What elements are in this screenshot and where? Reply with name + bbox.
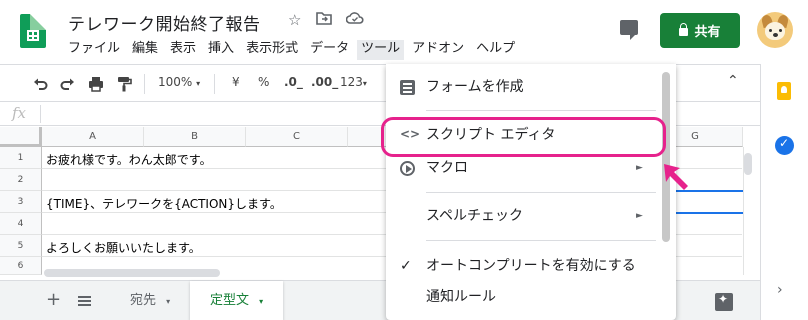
row-header-1[interactable]: 1 — [0, 147, 42, 169]
undo-icon[interactable] — [32, 76, 48, 92]
menu-item-create-form[interactable]: フォームを作成 — [386, 72, 676, 102]
chevron-down-icon: ▾ — [166, 297, 171, 306]
formula-divider — [40, 105, 41, 123]
row-header-5[interactable]: 5 — [0, 235, 42, 257]
menu-addons[interactable]: アドオン — [412, 40, 464, 60]
zoom-select[interactable]: 100% ▾ — [158, 75, 200, 89]
play-icon — [400, 161, 415, 176]
tab-label: 定型文 — [210, 293, 250, 308]
pointer-arrow-icon — [664, 164, 688, 190]
star-icon[interactable]: ☆ — [288, 11, 301, 29]
toolbar-divider — [144, 74, 145, 94]
chevron-down-icon: ▾ — [259, 297, 264, 306]
menu-divider — [426, 110, 656, 111]
column-header-a[interactable]: A — [42, 127, 144, 147]
share-button[interactable]: 共有 — [660, 13, 740, 48]
tab-recipients[interactable]: 宛先 ▾ — [110, 281, 190, 320]
more-formats-select[interactable]: 123▾ — [340, 75, 367, 89]
submenu-arrow-icon: ► — [636, 211, 643, 221]
menu-scrollbar[interactable] — [662, 72, 670, 242]
selection-border — [676, 212, 743, 214]
increase-decimal-button[interactable]: .00_ — [311, 75, 338, 89]
check-icon: ✓ — [400, 258, 412, 274]
highlight-box — [381, 117, 666, 157]
row-header-6[interactable]: 6 — [0, 257, 42, 275]
document-title[interactable]: テレワーク開始終了報告 — [68, 10, 261, 35]
side-panel: › — [760, 64, 808, 320]
menu-help[interactable]: ヘルプ — [476, 40, 515, 60]
print-icon[interactable] — [88, 76, 104, 92]
menu-item-notification-rules[interactable]: 通知ルール — [386, 282, 676, 312]
tasks-icon[interactable] — [775, 136, 794, 155]
comment-history-icon[interactable] — [620, 20, 638, 40]
menu-format[interactable]: 表示形式 — [246, 40, 298, 60]
lock-icon — [679, 22, 689, 36]
share-label: 共有 — [694, 25, 721, 40]
menu-insert[interactable]: 挿入 — [208, 40, 234, 60]
decrease-decimal-button[interactable]: .0_ — [284, 75, 303, 89]
menu-item-spelling[interactable]: スペルチェック ► — [386, 201, 676, 231]
menu-data[interactable]: データ — [310, 40, 349, 60]
app-header: テレワーク開始終了報告 ☆ ファイル 編集 表示 挿入 表示形式 データ ツール… — [0, 0, 808, 64]
column-header-b[interactable]: B — [144, 127, 246, 147]
menu-divider — [426, 240, 656, 241]
percent-format-button[interactable]: % — [258, 75, 269, 89]
explore-icon[interactable] — [715, 292, 733, 311]
sheets-logo-icon[interactable] — [20, 14, 46, 48]
redo-icon[interactable] — [60, 76, 76, 92]
tab-label: 宛先 — [130, 293, 157, 308]
all-sheets-icon[interactable] — [78, 296, 91, 306]
collapse-menus-icon[interactable]: ⌃ — [727, 73, 739, 89]
menu-item-autocomplete[interactable]: ✓ オートコンプリートを有効にする — [386, 251, 676, 281]
menu-edit[interactable]: 編集 — [132, 40, 158, 60]
menu-file[interactable]: ファイル — [68, 40, 120, 60]
cell-a5[interactable]: よろしくお願いいたします。 — [46, 239, 201, 256]
select-all-corner[interactable] — [0, 127, 42, 147]
row-header-3[interactable]: 3 — [0, 191, 42, 213]
move-folder-icon[interactable] — [316, 11, 332, 29]
tab-template[interactable]: 定型文 ▾ — [190, 281, 284, 320]
row-header-2[interactable]: 2 — [0, 169, 42, 191]
horizontal-scrollbar[interactable] — [44, 269, 220, 277]
menu-item-macros[interactable]: マクロ ► — [386, 153, 676, 183]
currency-format-button[interactable]: ¥ — [232, 75, 240, 89]
tools-menu: フォームを作成 <> スクリプト エディタ マクロ ► スペルチェック ► ✓ … — [386, 64, 676, 320]
menu-view[interactable]: 表示 — [170, 40, 196, 60]
row-header-4[interactable]: 4 — [0, 213, 42, 235]
cell-a3[interactable]: {TIME}、テレワークを{ACTION}します。 — [46, 195, 282, 212]
vertical-scrollbar[interactable] — [744, 153, 752, 175]
submenu-arrow-icon: ► — [636, 163, 643, 173]
cell-a1[interactable]: お疲れ様です。わん太郎です。 — [46, 151, 212, 168]
form-icon — [400, 80, 415, 95]
chevron-right-icon[interactable]: › — [777, 282, 783, 298]
paint-format-icon[interactable] — [116, 76, 132, 92]
menu-divider — [426, 192, 656, 193]
menu-tools[interactable]: ツール — [357, 40, 405, 60]
account-avatar[interactable] — [757, 12, 793, 48]
column-header-c[interactable]: C — [246, 127, 348, 147]
cloud-saved-icon[interactable] — [345, 11, 364, 29]
toolbar-divider — [214, 74, 215, 94]
keep-icon[interactable] — [777, 82, 791, 100]
fx-icon: fx — [12, 104, 27, 122]
menu-bar: ファイル 編集 表示 挿入 表示形式 データ ツール アドオン ヘルプ — [68, 40, 527, 60]
add-sheet-icon[interactable]: + — [46, 289, 61, 310]
